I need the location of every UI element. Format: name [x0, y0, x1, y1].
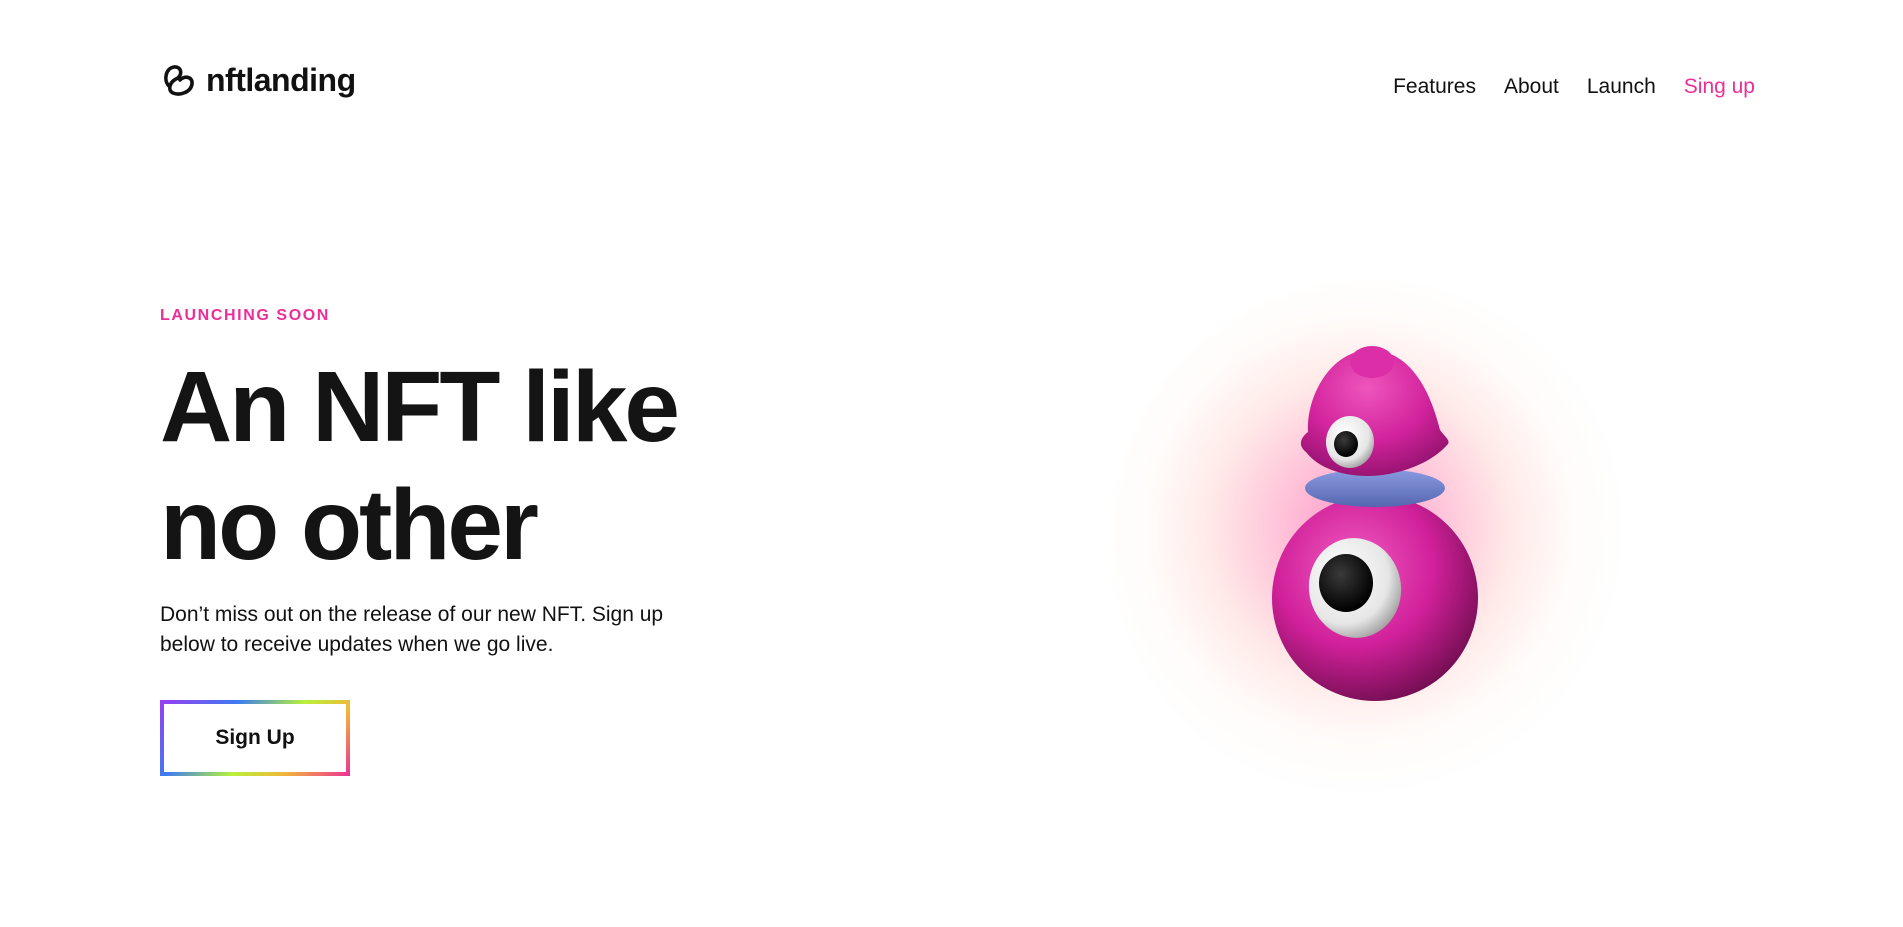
main-nav: Features About Launch Sing up	[1393, 74, 1755, 100]
nav-item-about[interactable]: About	[1504, 74, 1559, 100]
swirl-logo-icon	[164, 65, 194, 96]
eyebrow-label: LAUNCHING SOON	[160, 307, 330, 324]
headline-line-2: no other	[160, 469, 539, 581]
signup-button[interactable]: Sign Up	[160, 700, 350, 776]
hero-illustration	[1110, 280, 1630, 800]
signup-button-label: Sign Up	[164, 704, 346, 772]
hero-headline: An NFT like no other	[160, 348, 680, 584]
hero-description: Don’t miss out on the release of our new…	[160, 603, 664, 656]
nav-item-signup[interactable]: Sing up	[1684, 74, 1755, 100]
nav-item-features[interactable]: Features	[1393, 74, 1476, 100]
nav-item-launch[interactable]: Launch	[1587, 74, 1656, 100]
headline-line-1: An NFT like	[160, 351, 680, 463]
brand-name: nftlanding	[206, 62, 356, 98]
nft-character-image	[1272, 346, 1478, 701]
landing-page: nftlanding Features About Launch Sing up…	[0, 0, 1903, 927]
brand-logo[interactable]: nftlanding	[160, 60, 356, 100]
